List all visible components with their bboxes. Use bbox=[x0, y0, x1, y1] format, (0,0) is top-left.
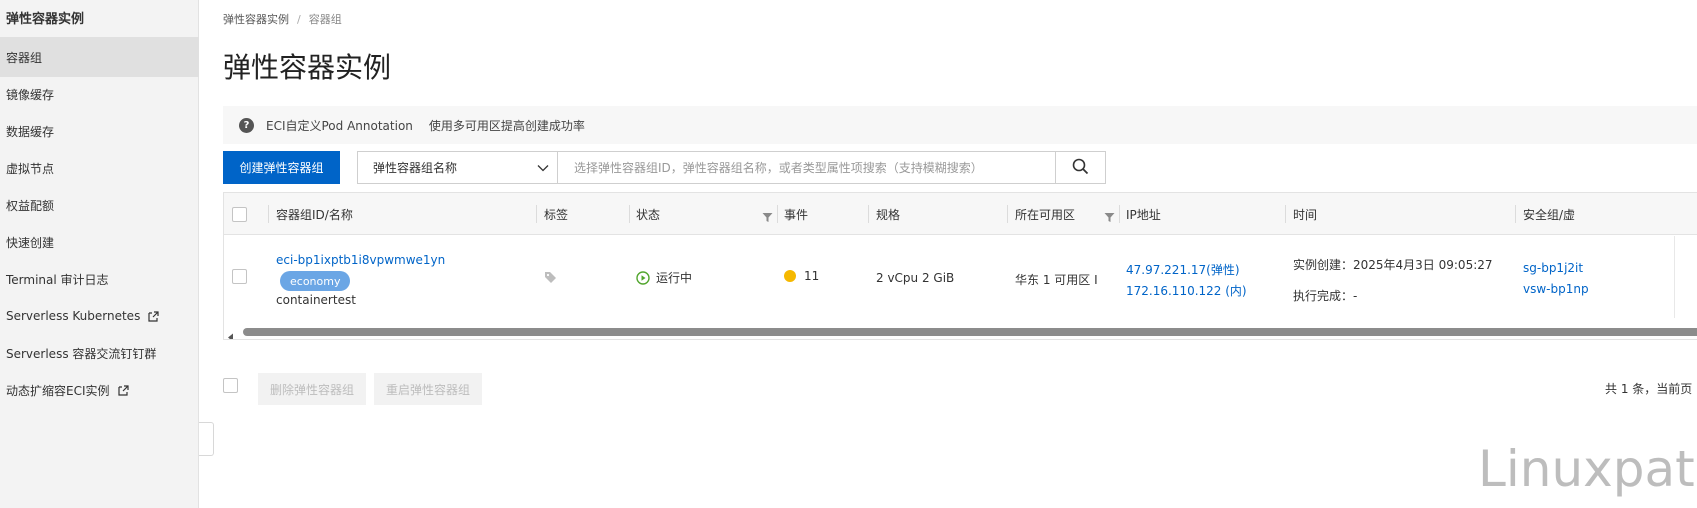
events-count: 11 bbox=[804, 269, 820, 283]
toolbar: 创建弹性容器组 弹性容器组名称 bbox=[223, 151, 1106, 184]
fixed-column-edge bbox=[1674, 236, 1697, 318]
breadcrumb-root[interactable]: 弹性容器实例 bbox=[223, 11, 289, 27]
notice-link-multi-zone[interactable]: 使用多可用区提高创建成功率 bbox=[429, 117, 585, 134]
sidebar-item-label: 虚拟节点 bbox=[6, 161, 55, 176]
sidebar-item-label: 容器组 bbox=[6, 50, 43, 65]
breadcrumb-separator: / bbox=[297, 12, 301, 26]
breadcrumb: 弹性容器实例 / 容器组 bbox=[223, 11, 342, 27]
tag-icon[interactable] bbox=[544, 271, 557, 287]
row-checkbox-cell bbox=[232, 269, 247, 284]
status-text: 运行中 bbox=[656, 271, 693, 285]
column-header-ip: IP地址 bbox=[1126, 207, 1161, 222]
breadcrumb-current: 容器组 bbox=[308, 13, 342, 26]
sidebar-item-label: 权益配额 bbox=[6, 198, 55, 213]
watermark: Linuxpath bbox=[1478, 440, 1697, 498]
external-link-icon bbox=[117, 384, 129, 396]
vswitch-link[interactable]: vsw-bp1np bbox=[1523, 282, 1589, 296]
sidebar-item-label: 快速创建 bbox=[6, 235, 55, 250]
search-button[interactable] bbox=[1056, 151, 1106, 184]
economy-badge: economy bbox=[280, 271, 351, 291]
column-header-time: 时间 bbox=[1293, 207, 1318, 222]
sidebar-item-label: Serverless Kubernetes bbox=[6, 309, 141, 323]
sidebar-item-label: Serverless 容器交流钉钉群 bbox=[6, 346, 157, 361]
sidebar-item-quota[interactable]: 权益配额 bbox=[0, 185, 199, 225]
sidebar-item-label: Terminal 审计日志 bbox=[6, 272, 109, 287]
search-input[interactable] bbox=[558, 151, 1056, 184]
column-header-zone: 所在可用区 bbox=[1015, 207, 1076, 222]
notice-bar: ? ECI自定义Pod Annotation 使用多可用区提高创建成功率 bbox=[223, 106, 1697, 144]
scrollbar-thumb[interactable] bbox=[243, 328, 1697, 336]
help-icon: ? bbox=[239, 117, 254, 133]
footer-select-all-checkbox[interactable] bbox=[223, 378, 238, 393]
column-header-security-group: 安全组/虚 bbox=[1523, 207, 1576, 222]
economy-badge-cell: economy bbox=[280, 271, 351, 291]
external-link-icon bbox=[148, 310, 159, 322]
notice-link-annotation[interactable]: ECI自定义Pod Annotation bbox=[266, 117, 413, 134]
public-ip-link[interactable]: 47.97.221.17(弹性) bbox=[1126, 261, 1240, 278]
running-status-icon bbox=[636, 270, 650, 285]
private-ip-link[interactable]: 172.16.110.122 (内) bbox=[1126, 282, 1247, 299]
column-header-status: 状态 bbox=[636, 207, 661, 222]
sidebar-item-serverless-kubernetes[interactable]: Serverless Kubernetes bbox=[0, 296, 199, 336]
events-cell[interactable]: 11 bbox=[784, 269, 819, 283]
search-field-select[interactable]: 弹性容器组名称 bbox=[357, 151, 558, 184]
sidebar-title: 弹性容器实例 bbox=[6, 12, 85, 27]
horizontal-scrollbar[interactable] bbox=[224, 326, 1697, 339]
restart-pod-button[interactable]: 重启弹性容器组 bbox=[374, 373, 482, 405]
page-title: 弹性容器实例 bbox=[223, 51, 392, 84]
status-cell: 运行中 bbox=[636, 269, 692, 286]
completed-time: 执行完成：- bbox=[1293, 289, 1358, 303]
pod-name: containertest bbox=[276, 293, 356, 307]
main-content: 弹性容器实例 / 容器组 弹性容器实例 ? ECI自定义Pod Annotati… bbox=[200, 0, 1697, 508]
spec-text: 2 vCpu 2 GiB bbox=[876, 271, 955, 285]
column-header-spec: 规格 bbox=[876, 207, 901, 222]
column-header-tags: 标签 bbox=[544, 207, 569, 222]
sidebar-item-label: 镜像缓存 bbox=[6, 87, 55, 102]
created-time: 实例创建：2025年4月3日 09:05:27 bbox=[1293, 258, 1493, 272]
create-pod-button[interactable]: 创建弹性容器组 bbox=[223, 151, 340, 184]
sidebar-item-virtual-nodes[interactable]: 虚拟节点 bbox=[0, 148, 199, 188]
zone-text: 华东 1 可用区 I bbox=[1015, 273, 1098, 287]
select-all-checkbox[interactable] bbox=[232, 206, 247, 222]
pod-id-link[interactable]: eci-bp1ixptb1i8vpwmwe1yn bbox=[276, 253, 445, 267]
pod-table: 容器组ID/名称 标签 状态 事件 规格 所在可用区 IP地址 时间 安全组/虚… bbox=[223, 192, 1697, 340]
select-all-checkbox-cell bbox=[232, 193, 247, 235]
pagination-summary: 共 1 条，当前页 bbox=[1605, 382, 1693, 396]
sidebar-item-data-cache[interactable]: 数据缓存 bbox=[0, 111, 199, 151]
sidebar-item-dingtalk-group[interactable]: Serverless 容器交流钉钉群 bbox=[0, 333, 199, 373]
security-group-link[interactable]: sg-bp1j2it bbox=[1523, 261, 1583, 275]
sidebar-item-pods[interactable]: 容器组 bbox=[0, 37, 199, 77]
table-header: 容器组ID/名称 标签 状态 事件 规格 所在可用区 IP地址 时间 安全组/虚 bbox=[224, 193, 1697, 235]
column-header-events: 事件 bbox=[784, 207, 809, 222]
search-icon bbox=[1072, 158, 1089, 178]
chevron-down-icon bbox=[537, 162, 549, 177]
sidebar-item-terminal-audit[interactable]: Terminal 审计日志 bbox=[0, 259, 199, 299]
zone-filter-icon[interactable] bbox=[1104, 208, 1115, 227]
scroll-left-icon[interactable] bbox=[227, 327, 234, 339]
status-filter-icon[interactable] bbox=[762, 208, 773, 227]
search-field-select-value: 弹性容器组名称 bbox=[373, 161, 458, 175]
table-row: eci-bp1ixptb1i8vpwmwe1yn economy contain… bbox=[224, 236, 1697, 318]
app: 弹性容器实例 容器组 镜像缓存 数据缓存 虚拟节点 权益配额 快速创建 Term… bbox=[0, 0, 1697, 508]
delete-pod-button[interactable]: 删除弹性容器组 bbox=[258, 373, 366, 405]
sidebar-item-image-cache[interactable]: 镜像缓存 bbox=[0, 74, 199, 114]
sidebar-item-label: 数据缓存 bbox=[6, 124, 55, 139]
sidebar-item-autoscale-eci[interactable]: 动态扩缩容ECI实例 bbox=[0, 370, 199, 410]
footer-select-all-cell bbox=[223, 378, 238, 393]
row-checkbox[interactable] bbox=[232, 269, 247, 284]
warning-dot-icon bbox=[784, 270, 796, 282]
sidebar: 弹性容器实例 容器组 镜像缓存 数据缓存 虚拟节点 权益配额 快速创建 Term… bbox=[0, 0, 199, 508]
column-header-id-name: 容器组ID/名称 bbox=[276, 207, 353, 222]
sidebar-item-label: 动态扩缩容ECI实例 bbox=[6, 383, 110, 398]
sidebar-item-quick-create[interactable]: 快速创建 bbox=[0, 222, 199, 262]
